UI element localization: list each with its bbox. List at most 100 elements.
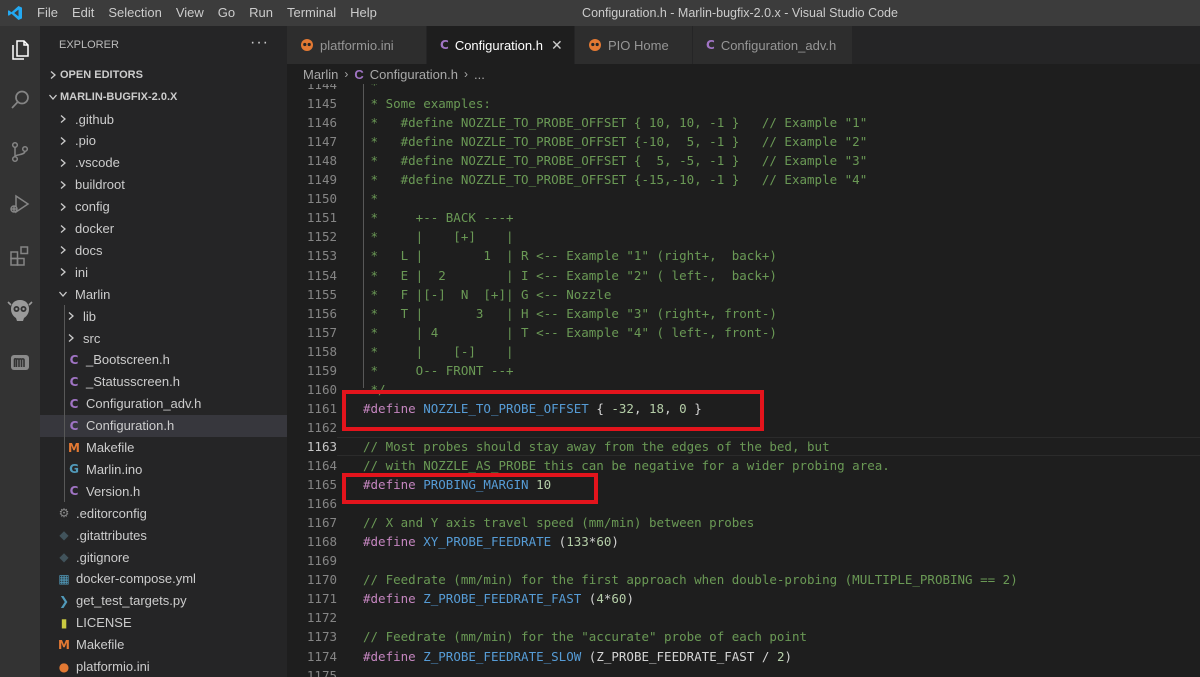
explorer-icon[interactable]	[0, 28, 40, 72]
menu-view[interactable]: View	[169, 0, 211, 26]
line-number: 1174	[306, 648, 337, 664]
tree-item[interactable]: ▮ LICENSE	[40, 612, 287, 634]
tree-item[interactable]: G Marlin.ino	[40, 458, 287, 480]
code-token: // Feedrate (mm/min) for the first appro…	[363, 572, 1018, 588]
code-line: 1155 * F |[-] N [+]| G <-- Nozzle	[287, 285, 1200, 304]
code-line: 1144 *	[287, 84, 1200, 94]
tree-indent-guide	[64, 305, 65, 503]
tree-item-label: get_test_targets.py	[76, 593, 187, 609]
line-number: 1151	[306, 210, 337, 226]
code-line: 1168 #define XY_PROBE_FEEDRATE (133*60)	[287, 532, 1200, 551]
tree-item-label: .vscode	[75, 155, 120, 171]
ino-file-icon: G	[69, 462, 79, 477]
menu-bar: File Edit Selection View Go Run Terminal Help	[30, 0, 384, 26]
code-token: )	[611, 534, 619, 550]
code-text: #define Z_PROBE_FEEDRATE_SLOW (Z_PROBE_F…	[363, 647, 792, 666]
tree-item[interactable]: C Configuration.h	[40, 414, 287, 437]
code-line: 1153 * L | 1 | R <-- Example "1" (right+…	[287, 246, 1200, 265]
code-text: * | [+] |	[363, 227, 514, 246]
search-icon[interactable]	[0, 78, 40, 122]
tab-configuration-adv-h[interactable]: C Configuration_adv.h	[693, 26, 853, 64]
tree-item[interactable]: ini	[40, 261, 287, 283]
chevron-right-icon: ›	[463, 67, 468, 81]
code-line: 1174 #define Z_PROBE_FEEDRATE_SLOW (Z_PRO…	[287, 647, 1200, 666]
code-text: * L | 1 | R <-- Example "1" (right+, bac…	[363, 246, 777, 265]
chevron-right-icon	[56, 136, 70, 146]
code-line: 1175	[287, 666, 1200, 677]
breadcrumb-more[interactable]: ...	[474, 67, 485, 82]
c-file-icon: C	[354, 66, 364, 82]
extensions-icon[interactable]	[0, 234, 40, 278]
tree-item[interactable]: C _Statusscreen.h	[40, 371, 287, 393]
tree-item[interactable]: C Version.h	[40, 480, 287, 502]
platformio-icon[interactable]	[0, 288, 40, 332]
code-text: * F |[-] N [+]| G <-- Nozzle	[363, 285, 612, 304]
code-text: * Some examples:	[363, 94, 491, 113]
marlin-icon[interactable]	[0, 340, 40, 384]
code-token: XY_PROBE_FEEDRATE	[423, 534, 552, 550]
open-editors-label: OPEN EDITORS	[60, 69, 143, 81]
breadcrumb-file[interactable]: Configuration.h	[370, 67, 458, 82]
tree-item[interactable]: .pio	[40, 130, 287, 152]
git-file-icon: ◆	[59, 528, 69, 543]
code-token: 133	[566, 534, 589, 550]
tree-item[interactable]: .github	[40, 108, 287, 130]
menu-file[interactable]: File	[30, 0, 65, 26]
code-token: // Feedrate (mm/min) for the "accurate" …	[363, 629, 808, 645]
tab-label: platformio.ini	[320, 37, 394, 53]
code-token: 60	[611, 591, 627, 607]
menu-go[interactable]: Go	[211, 0, 242, 26]
tab-platformio-ini[interactable]: platformio.ini	[287, 26, 427, 64]
menu-edit[interactable]: Edit	[65, 0, 101, 26]
code-token: )	[626, 591, 634, 607]
tree-item[interactable]: M Makefile	[40, 437, 287, 459]
code-token: *	[363, 84, 379, 92]
code-line: 1158 * | [-] |	[287, 342, 1200, 361]
menu-selection[interactable]: Selection	[101, 0, 168, 26]
code-text: * O-- FRONT --+	[363, 361, 514, 380]
line-number: 1156	[306, 305, 337, 321]
tree-item[interactable]: ❯ get_test_targets.py	[40, 590, 287, 612]
tree-item[interactable]: ◆ .gitattributes	[40, 524, 287, 546]
run-debug-icon[interactable]	[0, 182, 40, 226]
tree-item[interactable]: .vscode	[40, 152, 287, 174]
breadcrumb-folder[interactable]: Marlin	[303, 67, 338, 82]
tree-item[interactable]: ◆ .gitignore	[40, 546, 287, 568]
code-token: // with NOZZLE_AS_PROBE this can be nega…	[363, 458, 890, 473]
tree-item[interactable]: C _Bootscreen.h	[40, 349, 287, 371]
close-tab-icon[interactable]: ✕	[551, 37, 563, 54]
code-text: // Most probes should stay away from the…	[363, 437, 830, 456]
tree-item[interactable]: src	[40, 327, 287, 349]
tree-item[interactable]: ⚙ .editorconfig	[40, 502, 287, 524]
tree-item[interactable]: M Makefile	[40, 634, 287, 656]
tab-configuration-h[interactable]: C Configuration.h ✕	[427, 26, 575, 64]
code-token: * T | 3 | H <-- Example "3" (right+, fro…	[363, 305, 777, 321]
c-file-icon: C	[69, 374, 79, 389]
tree-item[interactable]: lib	[40, 305, 287, 327]
code-text: // Feedrate (mm/min) for the first appro…	[363, 570, 1018, 589]
menu-terminal[interactable]: Terminal	[280, 0, 343, 26]
tree-item[interactable]: docker	[40, 218, 287, 240]
tree-item[interactable]: C Configuration_adv.h	[40, 393, 287, 415]
project-label: MARLIN-BUGFIX-2.0.X	[60, 91, 178, 103]
tree-item[interactable]: Marlin	[40, 283, 287, 305]
project-section[interactable]: MARLIN-BUGFIX-2.0.X	[40, 86, 287, 108]
more-actions-icon[interactable]: ···	[250, 34, 269, 52]
tree-item[interactable]: docs	[40, 239, 287, 261]
open-editors-section[interactable]: OPEN EDITORS	[40, 64, 287, 86]
tab-pio-home[interactable]: PIO Home	[575, 26, 693, 64]
tree-item[interactable]: ▦ docker-compose.yml	[40, 568, 287, 590]
chevron-right-icon	[46, 70, 60, 80]
code-text: * +-- BACK ---+	[363, 208, 514, 227]
explorer-sidebar: EXPLORER ··· OPEN EDITORS MARLIN-BUGFIX-…	[40, 26, 287, 677]
tree-item[interactable]: buildroot	[40, 174, 287, 196]
tree-item[interactable]: config	[40, 196, 287, 218]
platformio-file-icon	[588, 38, 602, 52]
tree-item[interactable]: ● platformio.ini	[40, 656, 287, 677]
menu-run[interactable]: Run	[242, 0, 280, 26]
code-token: 60	[596, 534, 612, 550]
code-editor[interactable]: 1144 * 1145 * Some examples: 1146 * #defin…	[287, 84, 1200, 677]
menu-help[interactable]: Help	[343, 0, 384, 26]
source-control-icon[interactable]	[0, 130, 40, 174]
tree-item-label: ini	[75, 264, 89, 280]
